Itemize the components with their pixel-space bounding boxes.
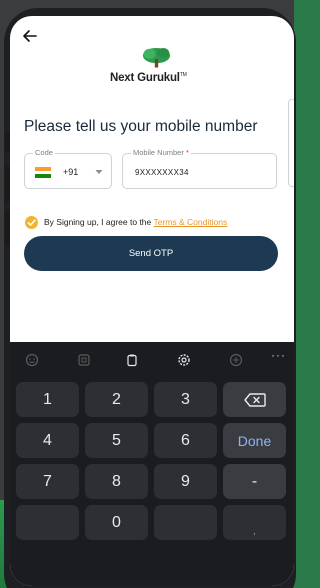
page-title: Please tell us your mobile number [24,118,258,135]
next-gurukul-logo: Next GurukulTM [110,42,220,92]
mobile-number-label-text: Mobile Number [133,148,184,157]
blank-key[interactable] [154,505,217,540]
trademark: TM [179,72,187,78]
terms-link[interactable]: Terms & Conditions [154,217,228,227]
key-2[interactable]: 2 [85,382,148,417]
arrow-left-icon[interactable] [20,26,40,46]
mobile-number-input[interactable]: Mobile Number * 9XXXXXXX34 [122,148,277,189]
comma-key[interactable]: , [223,505,286,540]
emoji-icon[interactable] [20,348,44,372]
offscreen-card-edge [288,99,294,187]
app-screen: Next GurukulTM Please tell us your mobil… [10,16,294,586]
key-0[interactable]: 0 [85,505,148,540]
consent-text: By Signing up, I agree to the Terms & Co… [44,217,227,227]
brand-text: Next Gurukul [110,72,180,84]
more-icon[interactable]: ··· [271,348,286,362]
sticker-icon[interactable] [72,348,96,372]
logo-text: Next GurukulTM [110,72,220,84]
country-code-value: +91 [63,167,79,177]
blank-key[interactable] [16,505,79,540]
send-otp-button[interactable]: Send OTP [24,236,278,271]
done-key[interactable]: Done [223,423,286,458]
key-4[interactable]: 4 [16,423,79,458]
country-code-select[interactable]: Code +91 [24,148,112,189]
key-9[interactable]: 9 [154,464,217,499]
key-7[interactable]: 7 [16,464,79,499]
backspace-icon [243,392,266,407]
key-1[interactable]: 1 [16,382,79,417]
key-3[interactable]: 3 [154,382,217,417]
mobile-number-label: Mobile Number * [131,148,191,157]
chevron-down-icon [95,170,103,174]
consent-checkbox[interactable] [25,216,38,229]
key-5[interactable]: 5 [85,423,148,458]
key-8[interactable]: 8 [85,464,148,499]
backspace-key[interactable] [223,382,286,417]
consent-label: By Signing up, I agree to the [44,217,152,227]
translate-icon[interactable] [224,348,248,372]
minus-key[interactable]: - [223,464,286,499]
country-code-label: Code [33,148,55,157]
mobile-number-value: 9XXXXXXX34 [135,168,189,177]
key-6[interactable]: 6 [154,423,217,458]
check-icon [27,219,36,226]
numeric-keyboard: ··· 1 2 3 4 5 6 Done 7 8 9 - 0 , [10,342,294,586]
india-flag-icon [35,167,51,178]
required-mark: * [185,148,189,157]
clipboard-icon[interactable] [120,348,144,372]
settings-icon[interactable] [172,348,196,372]
